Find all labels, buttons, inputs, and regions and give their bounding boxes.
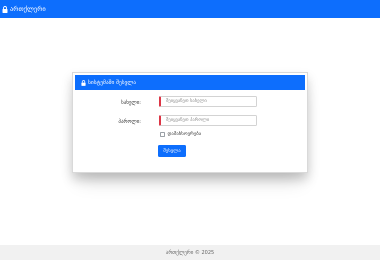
navbar-brand[interactable]: ართქლერი xyxy=(2,5,46,13)
password-input[interactable]: შეიყვანეთ პაროლი xyxy=(159,115,257,126)
username-placeholder: შეიყვანეთ სახელი xyxy=(166,99,207,104)
login-button-label: შესვლა xyxy=(163,148,181,154)
username-label: სახელი: xyxy=(121,100,141,106)
login-button[interactable]: შესვლა xyxy=(158,145,186,157)
remember-me-checkbox[interactable] xyxy=(160,132,165,137)
password-placeholder: შეიყვანეთ პაროლი xyxy=(166,118,210,123)
lock-icon xyxy=(81,79,86,86)
login-card-title: სისტემაში შესვლა xyxy=(88,79,137,86)
login-card-header: სისტემაში შესვლა xyxy=(75,75,305,90)
top-navbar: ართქლერი xyxy=(0,0,380,18)
navbar-brand-label: ართქლერი xyxy=(10,5,46,13)
lock-icon xyxy=(2,5,8,13)
remember-me-label: დამახსოვრება xyxy=(167,132,202,137)
page-footer: ართქლერი © 2025 xyxy=(0,245,380,260)
remember-me-control[interactable]: დამახსოვრება xyxy=(160,132,201,137)
password-label: პაროლი: xyxy=(118,119,141,125)
footer-copyright: ართქლერი © 2025 xyxy=(165,249,215,256)
username-input[interactable]: შეიყვანეთ სახელი xyxy=(159,96,257,107)
